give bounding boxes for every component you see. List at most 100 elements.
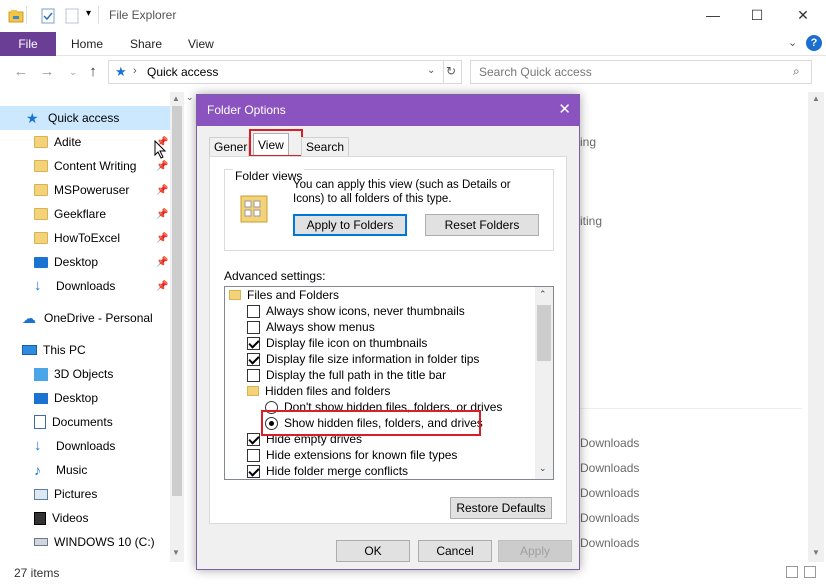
sidebar-scroll-thumb[interactable] — [172, 106, 182, 496]
sidebar-item-pc[interactable]: WINDOWS 10 (C:) — [0, 530, 170, 554]
expand-ribbon-icon[interactable]: ⌄ — [788, 36, 797, 49]
maximize-icon[interactable]: ☐ — [734, 0, 780, 30]
list-item[interactable]: Display file icon on thumbnails — [247, 335, 427, 351]
checkbox[interactable] — [247, 464, 260, 478]
scroll-up-icon[interactable]: ⌃ — [539, 289, 547, 300]
sidebar-item-pinned[interactable]: Desktop 📌 — [0, 250, 170, 274]
checkbox[interactable] — [247, 368, 260, 382]
title-divider — [26, 6, 27, 24]
sidebar-item-pc[interactable]: ↓ Downloads — [0, 434, 170, 458]
sidebar-item-quick-access[interactable]: ★ Quick access — [0, 106, 170, 130]
list-item-label: Files and Folders — [247, 288, 340, 302]
list-item[interactable]: Hide extensions for known file types — [247, 447, 457, 463]
sidebar-item-pinned[interactable]: Content Writing 📌 — [0, 154, 170, 178]
large-icons-view-icon[interactable] — [804, 566, 816, 578]
sidebar-item-pc[interactable]: 3D Objects — [0, 362, 170, 386]
sidebar-item-label: Quick access — [48, 111, 120, 125]
checkbox[interactable] — [247, 448, 260, 462]
close-icon[interactable]: ✕ — [780, 0, 826, 30]
sidebar-item-label: Downloads — [56, 279, 116, 293]
sidebar-item-pc[interactable]: Documents — [0, 410, 170, 434]
list-item[interactable]: Files and Folders — [229, 287, 339, 303]
breadcrumb-chevron-icon[interactable]: › — [133, 65, 137, 77]
cancel-button[interactable]: Cancel — [418, 540, 492, 562]
folder-icon — [34, 184, 48, 196]
tab-share[interactable]: Share — [130, 32, 162, 56]
checkbox[interactable] — [247, 432, 260, 446]
tab-general[interactable]: Genera — [209, 137, 249, 157]
scroll-down-icon[interactable]: ▼ — [812, 548, 820, 557]
sidebar-item-this-pc[interactable]: This PC — [0, 338, 170, 362]
checkbox[interactable] — [247, 304, 260, 318]
apply-button[interactable]: Apply — [498, 540, 572, 562]
list-item-label: Hidden files and folders — [265, 384, 391, 398]
file-location: Downloads — [580, 461, 640, 475]
list-item-label: Display file icon on thumbnails — [266, 336, 428, 350]
tab-view[interactable]: View — [188, 32, 214, 56]
list-item[interactable]: Display file size information in folder … — [247, 351, 479, 367]
sidebar-item-pinned[interactable]: Adite 📌 — [0, 130, 170, 154]
address-path[interactable]: Quick access — [147, 65, 218, 79]
list-item[interactable]: Display the full path in the title bar — [247, 367, 446, 383]
new-folder-icon[interactable] — [64, 8, 80, 24]
refresh-icon[interactable]: ↻ — [446, 64, 456, 78]
document-icon — [34, 415, 46, 429]
ok-button[interactable]: OK — [336, 540, 410, 562]
collapse-icon[interactable]: ⌄ — [186, 92, 194, 103]
reset-folders-button[interactable]: Reset Folders — [425, 214, 539, 236]
scroll-up-icon[interactable]: ▲ — [172, 94, 180, 103]
list-item-label: Always show icons, never thumbnails — [266, 304, 465, 318]
sidebar-item-pc[interactable]: Videos — [0, 506, 170, 530]
apply-to-folders-button[interactable]: Apply to Folders — [293, 214, 407, 236]
sidebar-item-pinned[interactable]: Geekflare 📌 — [0, 202, 170, 226]
scroll-down-icon[interactable]: ⌄ — [539, 463, 547, 474]
tab-file[interactable]: File — [0, 32, 56, 56]
file-location: Downloads — [580, 436, 640, 450]
scroll-down-icon[interactable]: ▼ — [172, 548, 180, 557]
advanced-list-scroll-thumb[interactable] — [537, 305, 551, 361]
scroll-up-icon[interactable]: ▲ — [812, 94, 820, 103]
customize-toolbar-icon[interactable]: ▾ — [86, 8, 91, 19]
sidebar-item-onedrive[interactable]: ☁ OneDrive - Personal — [0, 306, 170, 330]
sidebar-item-pinned[interactable]: ↓ Downloads 📌 — [0, 274, 170, 298]
properties-icon[interactable] — [40, 8, 56, 24]
sidebar-item-pc[interactable]: Desktop — [0, 386, 170, 410]
quick-access-star-icon: ★ — [115, 64, 127, 79]
file-location: Downloads — [580, 511, 640, 525]
sidebar-item-pc[interactable]: ♪ Music — [0, 458, 170, 482]
list-item-label: Hide folder merge conflicts — [266, 464, 409, 478]
checkbox[interactable] — [247, 320, 260, 334]
checkbox[interactable] — [247, 352, 260, 366]
sidebar-item-pinned[interactable]: HowToExcel 📌 — [0, 226, 170, 250]
search-input[interactable]: Search Quick access ⌕ — [470, 60, 812, 84]
list-item[interactable]: Always show icons, never thumbnails — [247, 303, 465, 319]
recent-locations-icon[interactable]: ⌄ — [64, 62, 82, 82]
tab-home[interactable]: Home — [71, 32, 103, 56]
sidebar-item-pc[interactable]: Pictures — [0, 482, 170, 506]
details-view-icon[interactable] — [786, 566, 798, 578]
list-item[interactable]: Always show menus — [247, 319, 375, 335]
close-icon[interactable]: ✕ — [558, 100, 571, 118]
sidebar-item-label: Content Writing — [54, 159, 137, 173]
refresh-button[interactable]: ↻ — [442, 60, 462, 84]
help-icon[interactable]: ? — [806, 35, 822, 51]
advanced-settings-label: Advanced settings: — [224, 269, 326, 283]
minimize-icon[interactable]: — — [690, 0, 736, 30]
content-scrollbar[interactable] — [808, 92, 824, 562]
list-item[interactable]: Hide folder merge conflicts — [247, 463, 408, 479]
checkbox[interactable] — [247, 336, 260, 350]
list-item[interactable]: Hidden files and folders — [247, 383, 390, 399]
address-field[interactable]: ★ › Quick access ⌄ — [108, 60, 444, 84]
up-icon[interactable]: ↑ — [84, 62, 102, 82]
back-icon[interactable]: ← — [12, 62, 30, 82]
partial-text: iting — [580, 214, 603, 228]
advanced-settings-list[interactable]: Files and Folders Always show icons, nev… — [224, 286, 554, 480]
sidebar-item-pinned[interactable]: MSPoweruser 📌 — [0, 178, 170, 202]
forward-icon[interactable]: → — [38, 62, 56, 82]
sidebar-item-label: Documents — [52, 415, 113, 429]
search-icon[interactable]: ⌕ — [793, 64, 800, 79]
search-placeholder: Search Quick access — [479, 65, 592, 79]
tab-search[interactable]: Search — [301, 137, 350, 157]
restore-defaults-button[interactable]: Restore Defaults — [450, 497, 552, 519]
address-dropdown-icon[interactable]: ⌄ — [427, 65, 435, 76]
